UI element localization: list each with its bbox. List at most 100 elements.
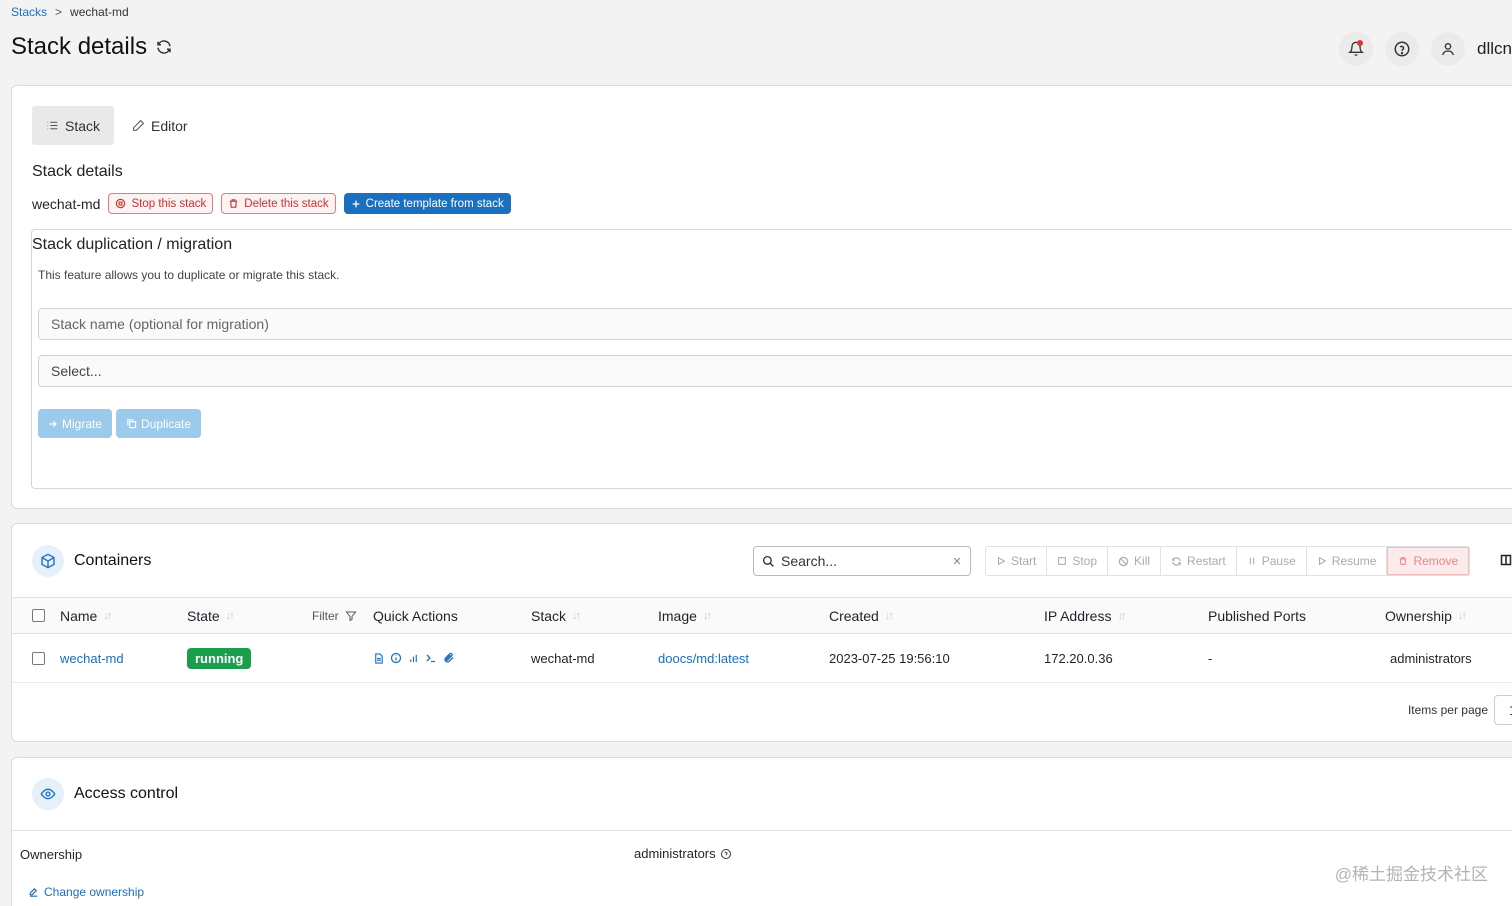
container-created: 2023-07-25 19:56:10 <box>829 650 950 666</box>
column-state[interactable]: State ↓↑ <box>187 598 235 633</box>
help-button[interactable] <box>1385 32 1420 66</box>
container-actions: Start Stop Kill Restart Pause Resume Rem… <box>985 546 1471 576</box>
sort-icon: ↓↑ <box>103 609 112 622</box>
kill-button[interactable]: Kill <box>1108 547 1162 575</box>
trash-icon <box>1398 556 1408 566</box>
restart-button[interactable]: Restart <box>1161 547 1237 575</box>
list-icon <box>46 119 59 132</box>
create-template-button[interactable]: Create template from stack <box>343 193 511 214</box>
container-ip: 172.20.0.36 <box>1044 650 1113 666</box>
items-per-page-select[interactable]: 10 <box>1494 695 1512 725</box>
table-row: wechat-md running wechat-md doocs/md:lat… <box>12 634 1512 683</box>
column-ownership-label: Ownership <box>1385 607 1452 624</box>
user-menu-button[interactable] <box>1431 32 1466 66</box>
attach-icon[interactable] <box>443 652 455 664</box>
tab-stack-label: Stack <box>65 117 101 134</box>
column-quick-actions: Quick Actions <box>373 598 458 633</box>
plus-icon <box>351 199 361 209</box>
breadcrumb-stacks-link[interactable]: Stacks <box>11 5 47 19</box>
ownership-value-wrap: administrators <box>634 846 732 861</box>
container-name-link[interactable]: wechat-md <box>60 634 124 682</box>
sort-icon: ↓↑ <box>702 609 712 622</box>
containers-title: Containers <box>74 552 152 569</box>
containers-header: Containers <box>32 545 151 577</box>
migrate-label: Migrate <box>62 416 103 431</box>
eye-icon <box>32 778 64 810</box>
pencil-icon <box>132 119 145 132</box>
column-ip-label: IP Address <box>1044 607 1112 624</box>
pause-icon <box>1247 556 1257 566</box>
column-stack[interactable]: Stack ↓↑ <box>531 598 581 633</box>
stop-label: Stop <box>1072 554 1098 568</box>
duplication-description: This feature allows you to duplicate or … <box>38 268 340 282</box>
kill-label: Kill <box>1134 554 1151 568</box>
pause-label: Pause <box>1261 554 1296 568</box>
sort-icon: ↓↑ <box>1457 609 1467 622</box>
column-quick-actions-label: Quick Actions <box>373 607 458 624</box>
stop-stack-button[interactable]: Stop this stack <box>108 193 214 214</box>
arrow-right-icon <box>48 419 58 429</box>
cube-icon <box>32 545 64 577</box>
tab-editor-label: Editor <box>151 117 188 134</box>
tab-editor[interactable]: Editor <box>118 106 202 145</box>
duplicate-button[interactable]: Duplicate <box>116 409 202 438</box>
container-image-link[interactable]: doocs/md:latest <box>658 634 749 682</box>
sort-icon: ↓↑ <box>572 609 581 622</box>
stats-icon[interactable] <box>408 653 419 664</box>
edit-icon <box>28 887 39 898</box>
delete-stack-button[interactable]: Delete this stack <box>221 193 336 214</box>
environment-select[interactable]: Select... <box>38 355 1512 387</box>
container-ownership: administrators <box>1390 650 1472 666</box>
user-toolbar: dllcn <box>1339 32 1512 66</box>
container-search[interactable]: Search... <box>753 546 971 576</box>
column-ip[interactable]: IP Address ↓↑ <box>1044 598 1126 633</box>
console-icon[interactable] <box>425 652 437 664</box>
ban-icon <box>1118 556 1129 567</box>
pause-button[interactable]: Pause <box>1237 547 1307 575</box>
quick-actions <box>373 634 455 682</box>
columns-icon[interactable] <box>1500 554 1512 566</box>
username[interactable]: dllcn <box>1477 39 1512 59</box>
column-ports-label: Published Ports <box>1208 607 1307 624</box>
row-checkbox[interactable] <box>32 651 45 665</box>
containers-panel: Containers Search... Start Stop Kill Res… <box>11 523 1512 742</box>
start-button[interactable]: Start <box>986 547 1048 575</box>
select-all-checkbox[interactable] <box>32 609 45 622</box>
column-image[interactable]: Image ↓↑ <box>658 598 712 633</box>
stack-details-heading: Stack details <box>32 163 123 180</box>
duplication-buttons: Migrate Duplicate <box>38 409 202 438</box>
access-control-header: Access control <box>32 778 178 810</box>
state-filter[interactable]: Filter <box>312 598 357 633</box>
ownership-value: administrators <box>634 846 716 861</box>
notifications-button[interactable] <box>1339 32 1374 66</box>
trash-icon <box>228 198 239 209</box>
container-stack: wechat-md <box>531 650 595 666</box>
stop-button[interactable]: Stop <box>1047 547 1109 575</box>
column-created[interactable]: Created ↓↑ <box>829 598 894 633</box>
stack-name: wechat-md <box>32 195 101 212</box>
change-ownership-link[interactable]: Change ownership <box>28 885 144 899</box>
refresh-icon[interactable] <box>155 38 173 56</box>
column-image-label: Image <box>658 607 697 624</box>
help-icon[interactable] <box>720 848 732 860</box>
column-ownership[interactable]: Ownership ↓↑ <box>1385 598 1467 633</box>
column-ports: Published Ports <box>1208 598 1306 633</box>
stop-stack-label: Stop this stack <box>131 197 207 210</box>
search-input[interactable]: Search... <box>781 553 946 569</box>
clear-search-icon[interactable] <box>952 556 962 566</box>
watermark: @稀土掘金技术社区 <box>1334 865 1488 884</box>
breadcrumb: Stacks > wechat-md <box>11 5 129 19</box>
access-control-title: Access control <box>74 785 179 802</box>
column-stack-label: Stack <box>531 607 567 624</box>
stack-name-input[interactable]: Stack name (optional for migration) <box>38 308 1512 340</box>
duplication-title: Stack duplication / migration <box>32 236 233 253</box>
logs-icon[interactable] <box>373 652 384 664</box>
remove-button[interactable]: Remove <box>1387 547 1470 575</box>
page-title: Stack details <box>11 33 148 60</box>
migrate-button[interactable]: Migrate <box>38 409 113 438</box>
duplication-section: Stack duplication / migration This featu… <box>31 229 1512 489</box>
info-icon[interactable] <box>390 652 402 664</box>
tab-stack[interactable]: Stack <box>32 106 115 145</box>
resume-button[interactable]: Resume <box>1307 547 1388 575</box>
column-name[interactable]: Name ↓↑ <box>60 598 112 633</box>
